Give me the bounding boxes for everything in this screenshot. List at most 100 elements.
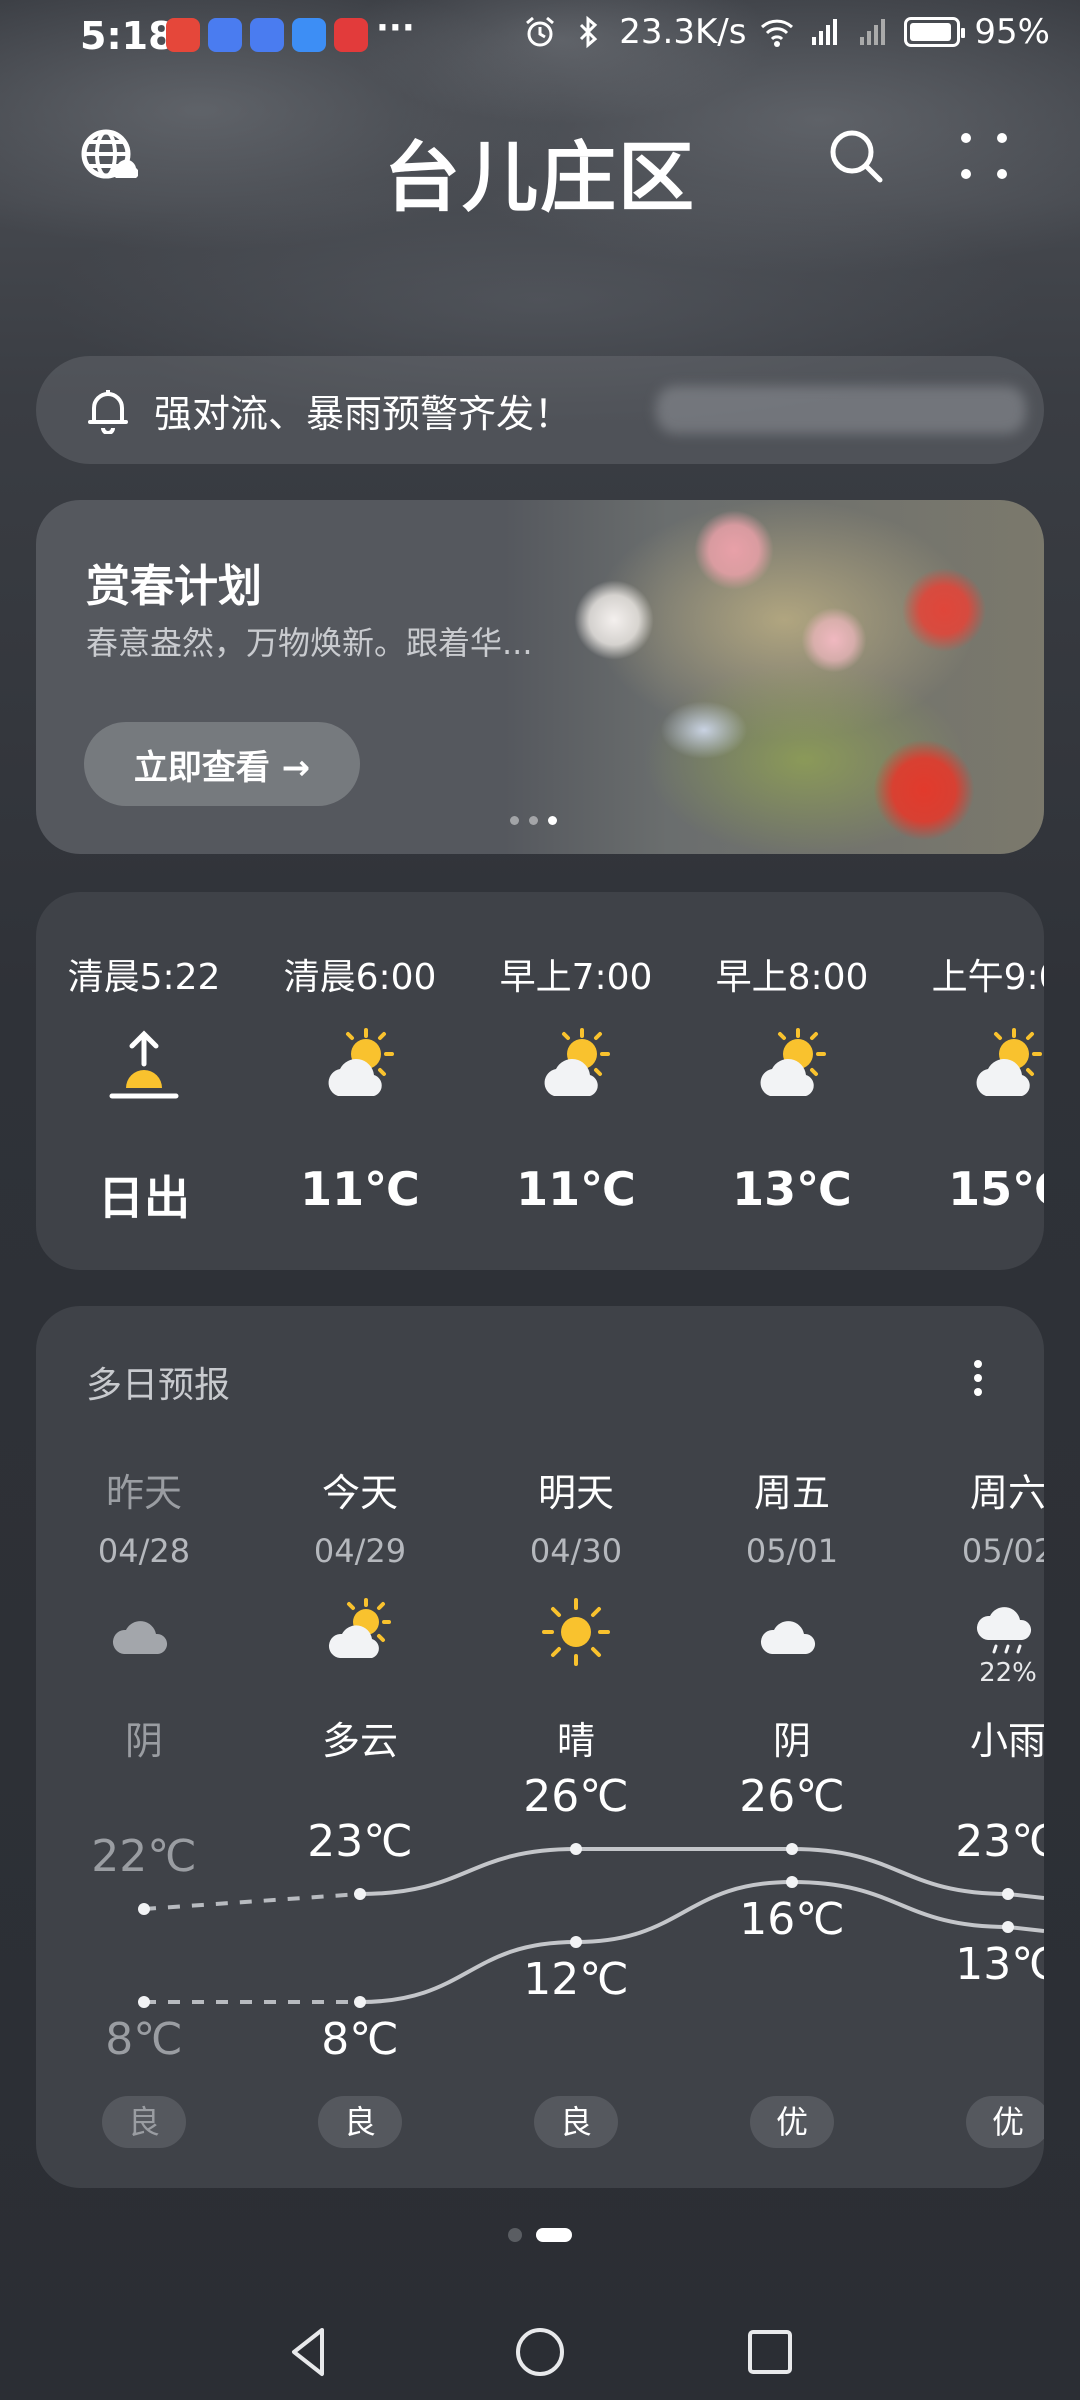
hi-line-point [138,1903,150,1915]
alert-text: 强对流、暴雨预警齐发！ [154,391,573,436]
hour-value: 11℃ [516,1162,636,1216]
navigation-bar [0,2300,1080,2400]
hi-line-point [1002,1888,1014,1900]
day-condition: 晴 [556,1719,595,1763]
home-icon[interactable] [512,2324,568,2380]
day-name: 周五 [753,1471,830,1515]
book-app-icon [334,18,368,52]
day-name: 昨天 [105,1471,182,1515]
aqi-badge: 良 [318,2096,402,2148]
sunrise-icon [109,1030,179,1099]
more-menu-icon[interactable] [956,128,1012,184]
lo-line-point [1002,1921,1014,1933]
aqi-badge: 优 [966,2096,1044,2148]
sunny-icon [542,1598,610,1666]
daily-forecast-card[interactable]: 多日预报 昨天 04/28 阴 22℃ 8℃ 良 今天 04/29 多云 23℃… [36,1306,1044,2188]
promo-card[interactable]: 赏春计划 春意盎然，万物焕新。跟着华... 立即查看 → [36,500,1044,854]
day-date: 05/01 [745,1532,839,1570]
hi-line-point [786,1843,798,1855]
aqi-badge: 良 [534,2096,618,2148]
partly-cloudy-icon [328,1598,391,1658]
recents-icon[interactable] [742,2324,798,2380]
aqi-badge: 优 [750,2096,834,2148]
hour-value: 13℃ [732,1162,852,1216]
day-name: 周六 [969,1471,1044,1515]
day-precip: 22% [979,1658,1037,1688]
alarm-icon [526,16,555,47]
hour-time: 清晨6:00 [283,957,437,998]
day-high-temp: 23℃ [955,1816,1044,1867]
hour-time: 早上7:00 [499,957,653,998]
promo-pager-dot [529,816,538,825]
partly-cloudy-icon [544,1028,610,1096]
aqi-badge: 良 [102,2096,186,2148]
cloud-app-icon [292,18,326,52]
day-low-temp: 16℃ [739,1894,845,1945]
hour-value: 日出 [98,1171,190,1225]
lo-line-point [138,1996,150,2008]
bell-icon [88,390,128,434]
weather-alert-banner[interactable]: 强对流、暴雨预警齐发！ [36,356,1044,464]
promo-pager-dot [510,816,519,825]
day-date: 05/02 [961,1532,1044,1570]
day-date: 04/28 [97,1532,191,1570]
page-dot [508,2228,522,2242]
promo-pager [510,816,557,825]
hour-value: 11℃ [300,1162,420,1216]
day-date: 04/30 [529,1532,623,1570]
hourly-forecast-card[interactable]: 清晨5:22 日出 清晨6:00 11℃ 早上7:00 11℃ 早上8:00 1… [36,892,1044,1270]
lo-line-point [354,1996,366,2008]
day-low-temp: 8℃ [105,2014,183,2065]
baidu-app-icon [208,18,242,52]
hi-line-past-segment [143,1892,361,1911]
day-date: 04/29 [313,1532,407,1570]
lo-line-point [786,1876,798,1888]
hour-time: 早上8:00 [715,957,869,998]
partly-cloudy-icon [976,1028,1042,1096]
day-low-temp: 13℃ [955,1939,1044,1990]
view-now-button[interactable]: 立即查看 → [84,722,360,806]
day-condition: 阴 [772,1719,811,1763]
day-low-temp: 8℃ [321,2014,399,2065]
promo-pager-dot-active [548,816,557,825]
wifi-icon [761,19,794,47]
day-high-temp: 26℃ [739,1771,845,1822]
hi-line-point [354,1888,366,1900]
day-high-temp: 23℃ [307,1816,413,1867]
network-speed: 23.3K/s [619,12,747,52]
search-icon[interactable] [826,126,886,186]
promo-title: 赏春计划 [86,561,262,612]
cloudy-icon [112,1621,168,1654]
baidu-app-icon-2 [250,18,284,52]
signal-icon [860,19,886,45]
hour-value: 15℃ [948,1162,1044,1216]
alert-blurred-text [656,386,1026,434]
page-dot-active [536,2228,572,2242]
day-condition: 多云 [321,1719,398,1763]
bluetooth-icon [580,15,598,49]
day-name: 今天 [321,1471,398,1515]
cloud-icon [760,1621,816,1654]
signal-5g-icon [812,19,838,45]
day-condition: 小雨 [969,1719,1044,1763]
day-condition: 阴 [124,1719,163,1763]
page-indicator [0,2228,1080,2242]
header: 台儿庄区 [0,100,1080,222]
day-high-temp: 26℃ [523,1771,629,1822]
day-name: 明天 [537,1471,614,1515]
hi-line-point [570,1843,582,1855]
lo-line-point [570,1936,582,1948]
battery-level: 95% [974,12,1050,52]
battery-icon [904,17,966,47]
huawei-app-icon [166,18,200,52]
status-bar: 5:18 ··· 23.3K/s 95% [0,0,1080,72]
status-time: 5:18 [80,14,175,58]
notification-icons [166,18,368,52]
city-title: 台儿庄区 [384,133,696,222]
hour-time: 上午9:00 [931,957,1044,998]
back-icon[interactable] [282,2324,338,2380]
more-notifications-icon: ··· [376,8,415,48]
hour-time: 清晨5:22 [67,957,221,998]
partly-cloudy-icon [328,1028,394,1096]
promo-subtitle: 春意盎然，万物焕新。跟着华... [86,624,533,662]
